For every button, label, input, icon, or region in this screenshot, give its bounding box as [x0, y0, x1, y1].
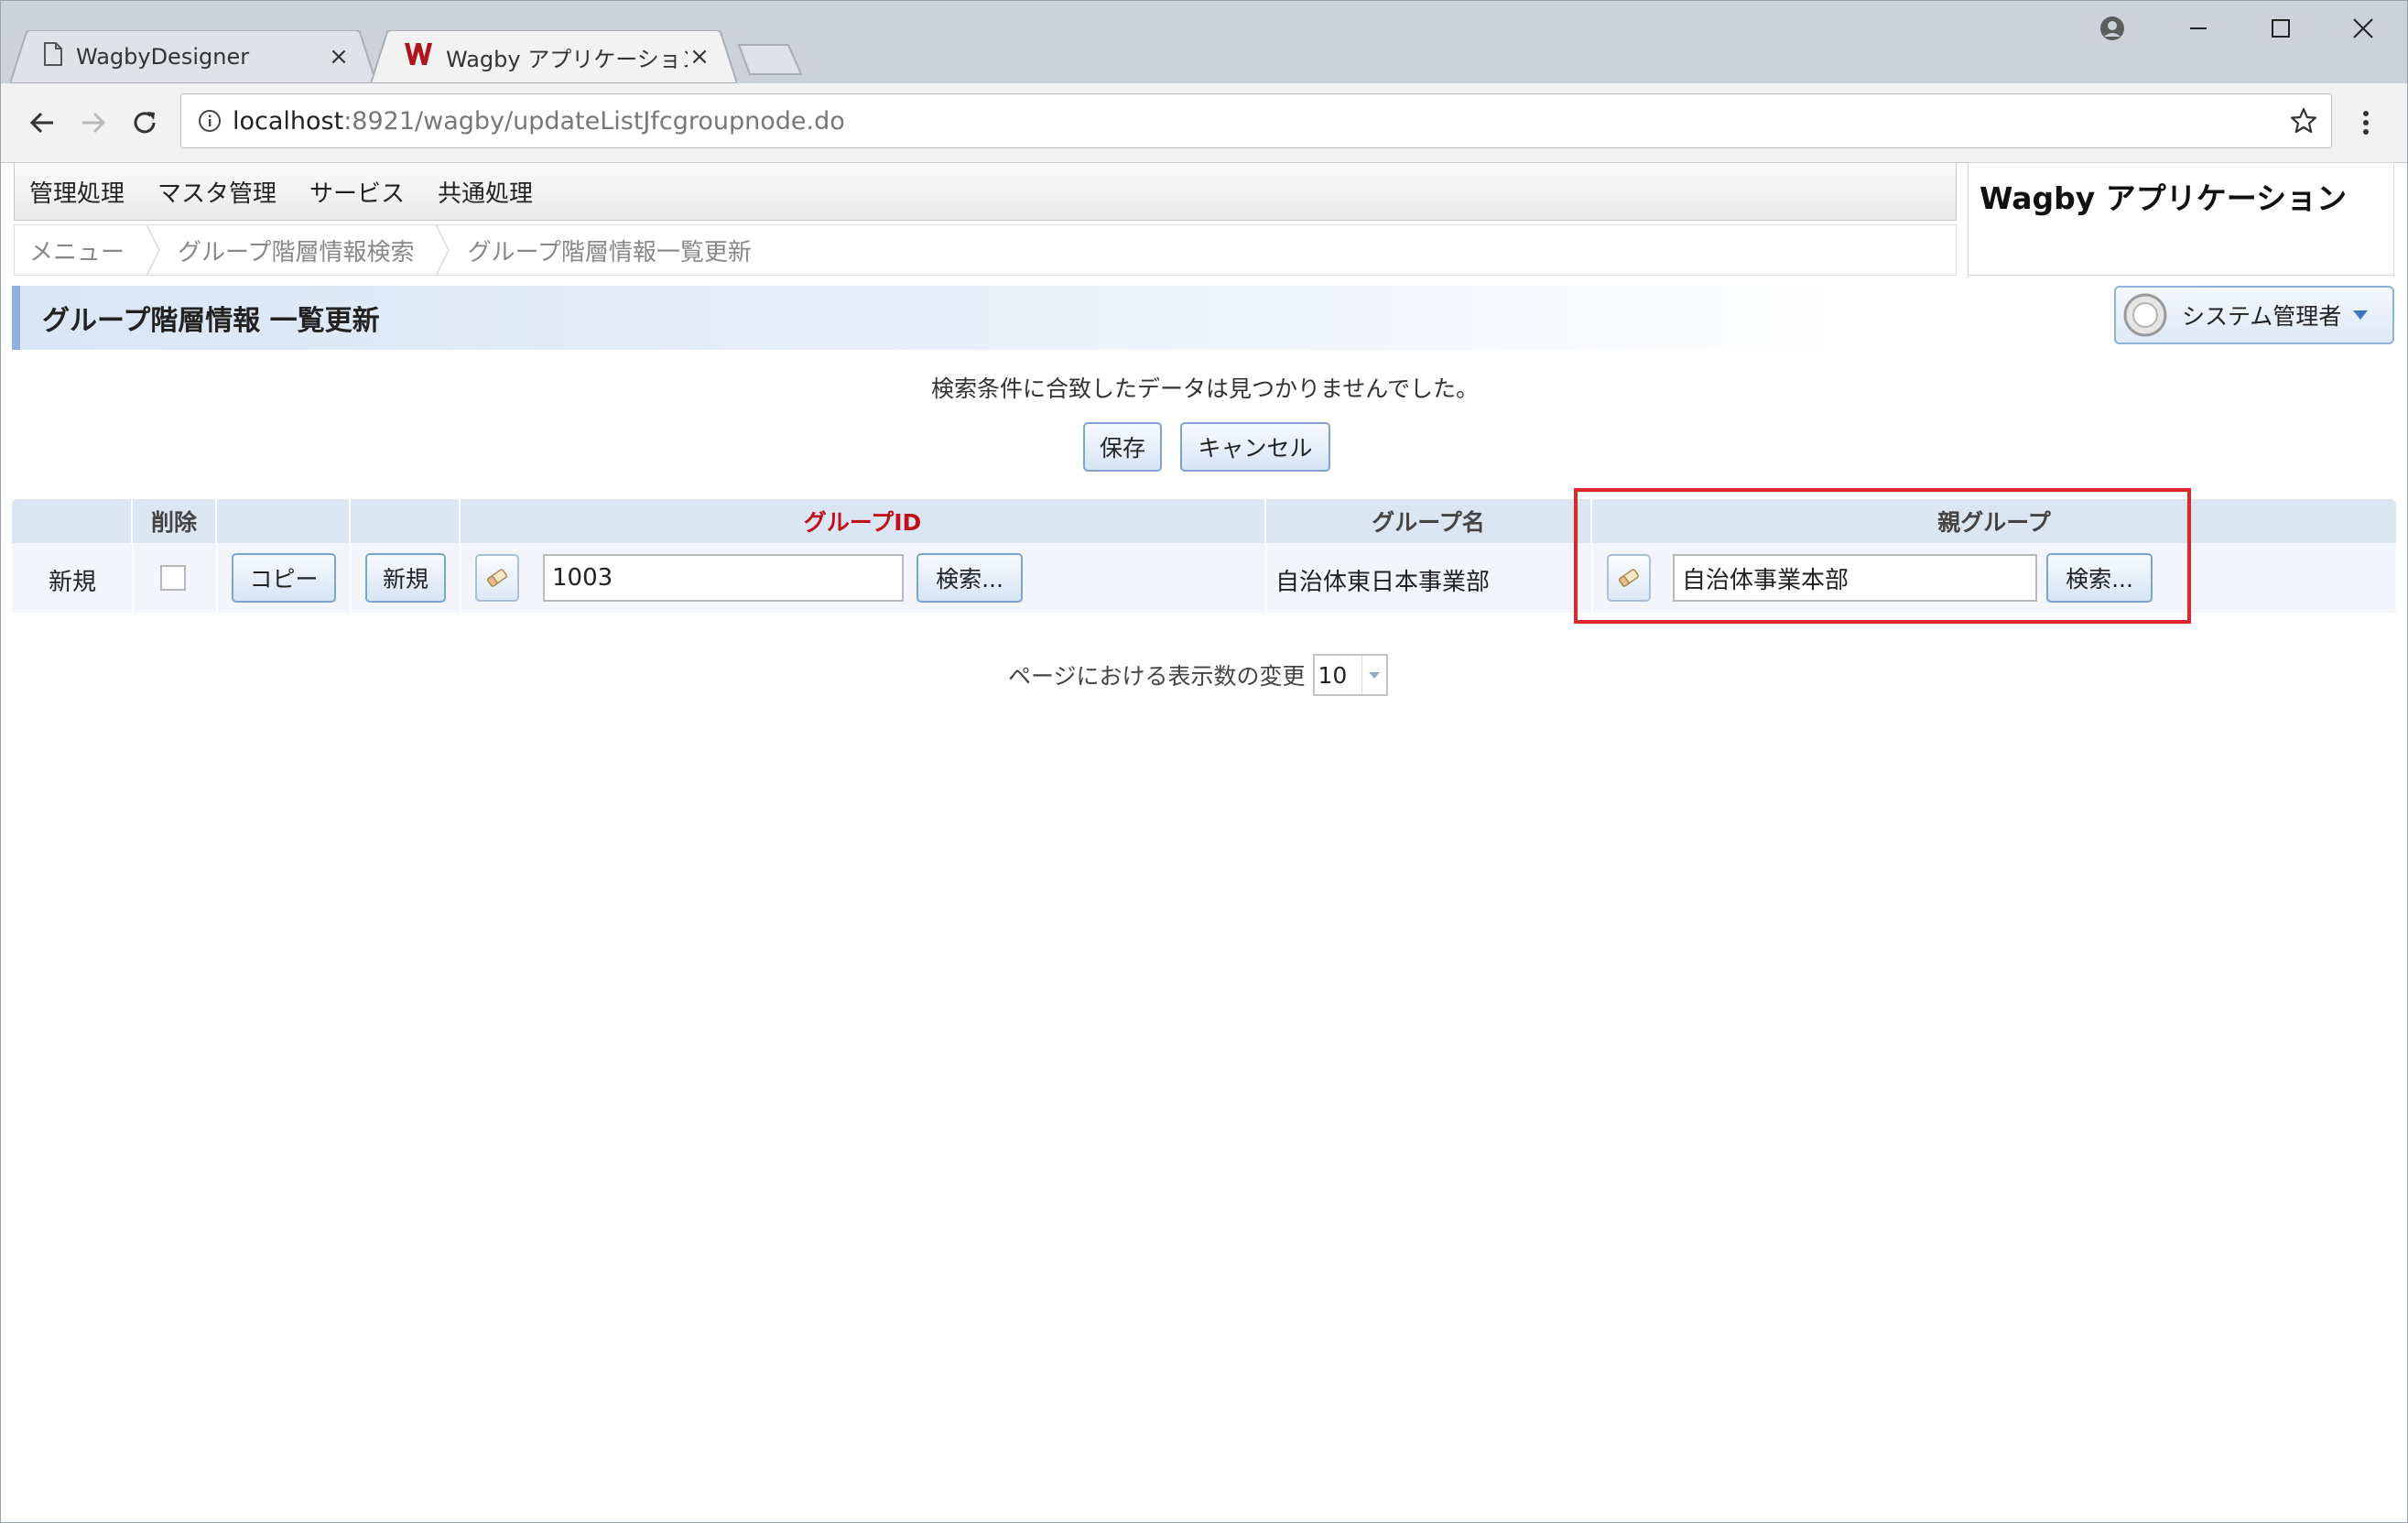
cell-divider: [1265, 543, 1267, 613]
cell-divider: [216, 543, 218, 613]
header-status: [12, 499, 133, 543]
tab-wagby-application[interactable]: Wagby アプリケーション グル ×: [371, 30, 737, 83]
breadcrumb-search[interactable]: グループ階層情報検索: [163, 225, 434, 275]
eraser-icon: [485, 566, 509, 590]
cell-divider: [132, 543, 134, 613]
header-delete: 削除: [133, 499, 217, 543]
new-tab-button[interactable]: [737, 43, 803, 80]
address-bar[interactable]: localhost:8921/wagby/updateListJfcgroupn…: [180, 93, 2332, 148]
copy-button[interactable]: コピー: [232, 553, 336, 603]
menu-item-service[interactable]: サービス: [309, 175, 405, 209]
wagby-logo-icon: [404, 40, 433, 73]
page-size-value: 10: [1318, 661, 1348, 689]
page-size-label: ページにおける表示数の変更: [1008, 663, 1306, 690]
highlight-box: [1574, 488, 2191, 624]
group-id-input[interactable]: 1003: [543, 554, 904, 602]
new-row-button[interactable]: 新規: [365, 553, 446, 603]
page-size-control: ページにおける表示数の変更 10: [1008, 653, 1388, 697]
cell-divider: [460, 543, 461, 613]
delete-checkbox[interactable]: [160, 565, 186, 591]
breadcrumb-separator-icon: [435, 224, 450, 276]
url-host: localhost: [233, 106, 344, 136]
breadcrumb-current: グループ階層情報一覧更新: [467, 238, 752, 267]
profile-icon[interactable]: [2072, 1, 2153, 56]
header-copy: [217, 499, 351, 543]
back-arrow-icon[interactable]: [17, 98, 67, 147]
maximize-icon[interactable]: [2240, 1, 2321, 56]
row-status: 新規: [49, 569, 97, 596]
tab-title: Wagby アプリケーション グル: [446, 46, 688, 72]
menu-item-master[interactable]: マスタ管理: [157, 175, 277, 209]
breadcrumb: メニュー グループ階層情報検索 グループ階層情報一覧更新: [14, 224, 1957, 276]
page-size-select[interactable]: 10: [1312, 654, 1388, 696]
user-menu-button[interactable]: システム管理者: [2114, 286, 2394, 344]
cell-divider: [350, 543, 352, 613]
minimize-icon[interactable]: [2158, 1, 2239, 56]
url-path: :8921/wagby/updateListJfcgroupnode.do: [343, 106, 845, 136]
forward-arrow-icon[interactable]: [69, 98, 118, 147]
app-name: Wagby アプリケーション: [1968, 162, 2394, 276]
group-id-search-button[interactable]: 検索...: [917, 553, 1023, 603]
document-icon: [43, 42, 63, 71]
main-menu: 管理処理 マスタ管理 サービス 共通処理: [14, 162, 1957, 221]
user-avatar-icon: [2123, 293, 2167, 337]
browser-toolbar: localhost:8921/wagby/updateListJfcgroupn…: [1, 83, 2407, 163]
caret-down-icon: [2352, 310, 2369, 321]
reload-icon[interactable]: [120, 98, 169, 147]
no-results-message: 検索条件に合致したデータは見つかりませんでした。: [930, 375, 1479, 402]
tab-wagbydesigner[interactable]: WagbyDesigner ×: [10, 30, 376, 83]
tab-close-icon[interactable]: ×: [688, 43, 711, 71]
header-group-id: グループID: [461, 499, 1266, 543]
bookmark-star-icon[interactable]: [2289, 106, 2318, 136]
site-info-icon[interactable]: [187, 109, 233, 133]
breadcrumb-menu[interactable]: メニュー: [15, 225, 145, 275]
clear-group-id-button[interactable]: [475, 554, 519, 602]
page-title: グループ階層情報 一覧更新: [12, 286, 1843, 350]
menu-item-common[interactable]: 共通処理: [438, 175, 533, 209]
tab-strip: WagbyDesigner × Wagby アプリケーション グル ×: [1, 1, 2407, 83]
save-button[interactable]: 保存: [1083, 422, 1162, 472]
user-name: システム管理者: [2182, 303, 2342, 330]
header-new: [351, 499, 461, 543]
breadcrumb-separator-icon: [146, 224, 161, 276]
close-window-icon[interactable]: [2323, 1, 2403, 56]
cancel-button[interactable]: キャンセル: [1180, 422, 1330, 472]
browser-window: WagbyDesigner × Wagby アプリケーション グル ×: [0, 0, 2408, 1523]
menu-item-admin[interactable]: 管理処理: [29, 175, 125, 209]
browser-menu-icon[interactable]: [2343, 98, 2389, 147]
tab-title: WagbyDesigner: [76, 44, 250, 70]
header-group-name: グループ名: [1266, 499, 1592, 543]
dropdown-arrow-icon: [1361, 656, 1386, 694]
tab-close-icon[interactable]: ×: [327, 43, 351, 71]
group-name-value: 自治体東日本事業部: [1275, 569, 1491, 596]
